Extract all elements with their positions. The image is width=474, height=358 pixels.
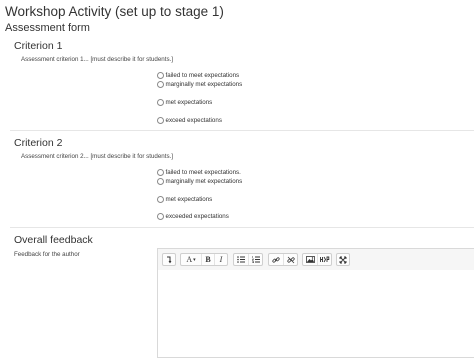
show-more-icon[interactable]: [163, 254, 175, 265]
bullet-list-icon[interactable]: [234, 254, 248, 265]
option-label: marginally met expectations: [165, 81, 243, 88]
radio-button[interactable]: [157, 213, 164, 220]
option-label: exceed expectations: [165, 117, 222, 124]
radio-button[interactable]: [157, 196, 164, 203]
assessment-form-title: Assessment form: [5, 22, 90, 34]
feedback-label: Feedback for the author: [14, 251, 80, 258]
toolbar-group-media: [302, 253, 332, 266]
overall-feedback-heading: Overall feedback: [14, 234, 93, 246]
italic-button[interactable]: I: [214, 254, 227, 265]
criterion-2-heading: Criterion 2: [14, 137, 63, 149]
option-label: exceeded expectations: [165, 213, 229, 220]
link-icon[interactable]: [269, 254, 283, 265]
numbered-list-icon[interactable]: [248, 254, 262, 265]
toolbar-group-links: [268, 253, 298, 266]
font-style-label: A: [186, 255, 193, 264]
page-title: Workshop Activity (set up to stage 1): [5, 4, 224, 19]
criterion-1-option-met[interactable]: met expectations: [157, 98, 212, 107]
option-label: failed to meet expectations: [165, 72, 240, 79]
section-divider: [10, 130, 474, 131]
chevron-down-icon: ▾: [193, 256, 196, 263]
option-label: met expectations: [165, 99, 213, 106]
criterion-2-option-met[interactable]: met expectations: [157, 195, 212, 204]
radio-button[interactable]: [157, 72, 164, 79]
criterion-1-option-exceed[interactable]: exceed expectations: [157, 116, 222, 125]
editor-toolbar: A ▾ B I: [158, 249, 474, 271]
feedback-text-area[interactable]: [158, 270, 474, 357]
unlink-icon[interactable]: [283, 254, 297, 265]
toolbar-group-toggle: [162, 253, 176, 266]
section-divider: [10, 227, 474, 228]
criterion-2-option-marginal[interactable]: marginally met expectations: [157, 177, 242, 186]
criterion-1-heading: Criterion 1: [14, 40, 63, 52]
criterion-2-option-failed[interactable]: failed to meet expectations.: [157, 168, 241, 177]
radio-button[interactable]: [157, 169, 164, 176]
font-style-button[interactable]: A ▾: [181, 254, 201, 265]
fullscreen-icon[interactable]: [337, 254, 349, 265]
radio-button[interactable]: [157, 117, 164, 124]
radio-button[interactable]: [157, 178, 164, 185]
option-label: marginally met expectations: [165, 178, 243, 185]
radio-button[interactable]: [157, 99, 164, 106]
toolbar-group-style: A ▾ B I: [180, 253, 228, 266]
criterion-1-option-marginal[interactable]: marginally met expectations: [157, 80, 242, 89]
criterion-1-option-failed[interactable]: failed to meet expectations: [157, 71, 239, 80]
criterion-2-option-exceeded[interactable]: exceeded expectations: [157, 212, 229, 221]
toolbar-group-lists: [233, 253, 263, 266]
option-label: failed to meet expectations.: [165, 169, 241, 176]
bold-button[interactable]: B: [201, 254, 214, 265]
radio-button[interactable]: [157, 81, 164, 88]
criterion-1-description: Assessment criterion 1... [must describe…: [21, 56, 173, 63]
option-label: met expectations: [165, 196, 213, 203]
toolbar-group-screen: [336, 253, 350, 266]
media-icon[interactable]: [317, 254, 331, 265]
image-icon[interactable]: [303, 254, 317, 265]
criterion-2-description: Assessment criterion 2... [must describe…: [21, 153, 173, 160]
